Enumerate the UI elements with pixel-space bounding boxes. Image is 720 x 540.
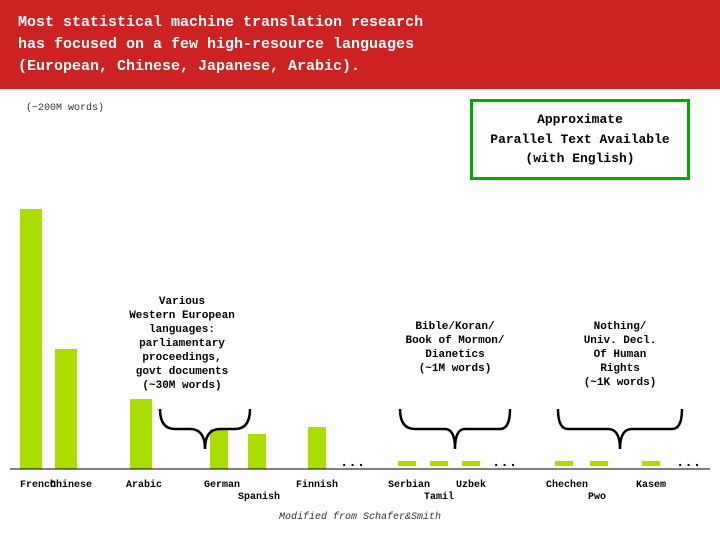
label-chechen: Chechen	[546, 479, 588, 491]
text-western-2: Western European	[129, 310, 235, 322]
bar-finnish	[308, 427, 326, 469]
text-nothing-3: Of Human	[594, 349, 647, 361]
label-tamil: Tamil	[424, 491, 454, 503]
text-bible-1: Bible/Koran/	[415, 321, 495, 333]
bar-spanish	[248, 434, 266, 469]
bar-uzbek	[462, 461, 480, 466]
text-western-7: (~30M words)	[142, 380, 221, 392]
text-bible-4: (~1M words)	[419, 363, 492, 375]
label-finnish: Finnish	[296, 479, 338, 491]
text-western-1: Various	[159, 296, 205, 308]
text-western-4: parliamentary	[139, 338, 225, 350]
text-western-5: proceedings,	[142, 352, 221, 364]
bar-french	[20, 209, 42, 469]
label-german: German	[204, 480, 240, 491]
header-text: Most statistical machine translation res…	[18, 14, 423, 75]
brace-nothing	[558, 409, 682, 449]
text-nothing-2: Univ. Decl.	[584, 335, 657, 347]
bar-serbian	[398, 461, 416, 466]
label-uzbek: Uzbek	[456, 479, 486, 491]
bar-arabic	[130, 399, 152, 469]
modified-label: Modified from Schafer&Smith	[279, 511, 441, 521]
main-area: (~200M words) Approximate Parallel Text …	[0, 89, 720, 521]
text-nothing-1: Nothing/	[594, 321, 647, 333]
label-serbian: Serbian	[388, 479, 430, 491]
label-arabic: Arabic	[126, 479, 162, 491]
bar-pwo	[590, 461, 608, 466]
chart-svg: ... ... ... French Chinese Arabic German…	[0, 89, 720, 521]
label-pwo: Pwo	[588, 492, 606, 503]
brace-bible	[400, 409, 510, 449]
brace-western	[160, 409, 250, 449]
label-chinese: Chinese	[50, 479, 92, 491]
bar-chechen	[555, 461, 573, 466]
text-nothing-5: (~1K words)	[584, 377, 657, 389]
bar-chinese	[55, 349, 77, 469]
text-western-3: languages:	[149, 324, 215, 336]
bar-kasem	[642, 461, 660, 466]
text-western-6: govt documents	[136, 366, 228, 378]
label-kasem: Kasem	[636, 480, 666, 491]
text-nothing-4: Rights	[600, 363, 640, 375]
text-bible-2: Book of Mormon/	[405, 335, 504, 347]
text-bible-3: Dianetics	[425, 349, 484, 361]
bar-tamil	[430, 461, 448, 466]
header-box: Most statistical machine translation res…	[0, 0, 720, 89]
bar-german	[210, 429, 228, 469]
label-spanish: Spanish	[238, 491, 280, 503]
